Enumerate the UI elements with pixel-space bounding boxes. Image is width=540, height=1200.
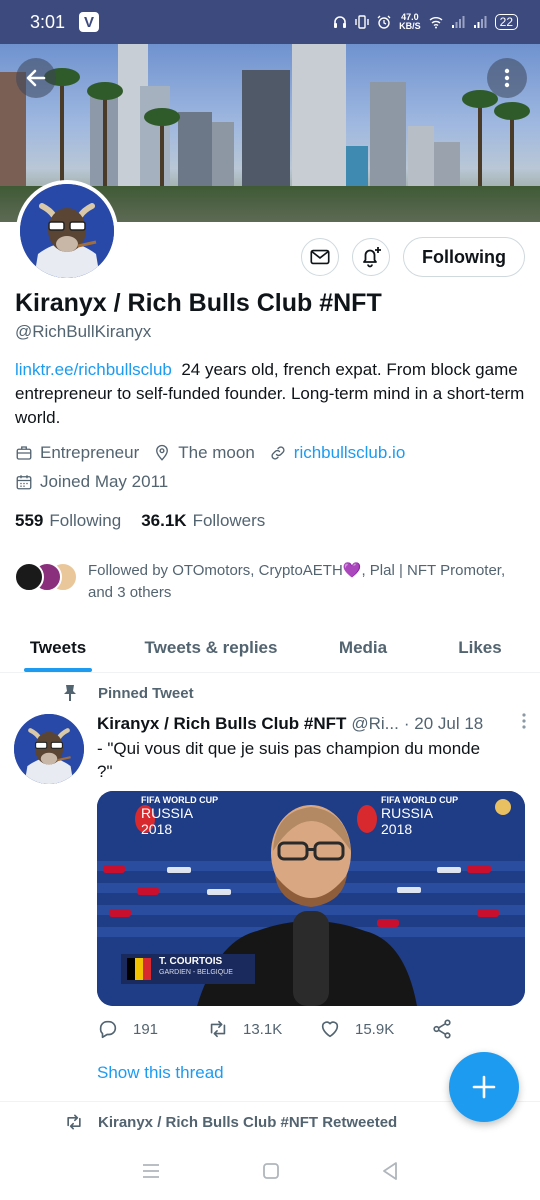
followed-by[interactable]: Followed by OTOmotors, CryptoAETH💜, Plal… [14, 560, 528, 604]
profile-meta-row-1: Entrepreneur The moon richbullsclub.io [15, 443, 419, 463]
profile-meta-row-2: Joined May 2011 [15, 472, 182, 492]
profile-avatar[interactable] [16, 180, 118, 282]
profile-joined: Joined May 2011 [15, 472, 168, 492]
bio-link[interactable]: linktr.ee/richbullsclub [15, 360, 172, 379]
followers-count-link[interactable]: 36.1K Followers [141, 511, 265, 531]
back-triangle-icon [383, 1161, 398, 1180]
headset-icon [334, 16, 347, 28]
alarm-icon [377, 15, 391, 29]
home-button[interactable] [262, 1162, 280, 1185]
reply-icon [99, 1020, 117, 1039]
profile-category: Entrepreneur [15, 443, 139, 463]
share-button[interactable] [431, 1018, 467, 1040]
back-button[interactable] [16, 58, 56, 98]
home-square-icon [263, 1162, 279, 1179]
tweet-actions: 191 13.1K 15.9K [97, 1018, 467, 1040]
tweet-date[interactable]: · 20 Jul 18 [404, 714, 483, 734]
media-event-line2-right: RUSSIA [381, 805, 434, 821]
profile-bio: linktr.ee/richbullsclub 24 years old, fr… [15, 358, 525, 430]
media-event-line3: 2018 [141, 821, 173, 837]
location-pin-icon [156, 444, 169, 461]
retweet-icon [210, 1020, 226, 1038]
network-speed: 47.0 KB/S [399, 12, 421, 31]
more-vertical-icon [504, 68, 510, 88]
tweet-more-button[interactable] [521, 712, 527, 735]
heart-icon [321, 1021, 339, 1038]
menu-lines-icon [142, 1163, 159, 1178]
profile-counts: 559 Following 36.1K Followers [15, 511, 285, 531]
compose-tweet-button[interactable] [449, 1052, 519, 1122]
media-event-line2: RUSSIA [141, 805, 194, 821]
pinned-label: Pinned Tweet [62, 684, 194, 702]
briefcase-icon [16, 446, 32, 460]
following-button[interactable]: Following [403, 237, 525, 277]
pin-icon [64, 685, 76, 701]
profile-website[interactable]: richbullsclub.io [269, 443, 406, 463]
media-caption-sub: GARDIEN - BELGIQUE [159, 969, 233, 976]
tweet-author-avatar[interactable] [14, 714, 84, 784]
retweet-button[interactable]: 13.1K [207, 1018, 319, 1040]
more-vertical-icon-small [522, 713, 526, 729]
compose-plus-icon [472, 1075, 496, 1099]
back-arrow-icon [26, 69, 46, 87]
bull-avatar-image [20, 184, 114, 278]
app-notification-icon: V [79, 12, 100, 32]
signal-icon-2 [473, 16, 487, 28]
like-button[interactable]: 15.9K [319, 1018, 431, 1040]
recent-apps-button[interactable] [141, 1162, 161, 1185]
status-time: 3:01 [30, 11, 66, 32]
retweeted-label: Kiranyx / Rich Bulls Club #NFT Retweeted [64, 1112, 397, 1132]
system-navigation-bar [0, 1146, 540, 1200]
calendar-icon [16, 475, 32, 490]
vibrate-icon [355, 15, 369, 29]
show-thread-link[interactable]: Show this thread [97, 1063, 224, 1083]
tweet-author-name[interactable]: Kiranyx / Rich Bulls Club #NFT [97, 714, 346, 734]
wifi-icon [429, 17, 443, 29]
tweet-author-handle: @Ri... [351, 713, 399, 733]
followed-by-avatars [14, 560, 80, 594]
battery-indicator: 22 [494, 14, 518, 30]
media-caption-name: T. COURTOIS [159, 956, 223, 967]
mail-icon [310, 249, 330, 265]
signal-icon [451, 16, 465, 28]
link-icon [271, 446, 285, 460]
profile-handle: @RichBullKiranyx [15, 322, 152, 341]
profile-tabs: Tweets Tweets & replies Media Likes [0, 624, 540, 673]
tweet-header: Kiranyx / Rich Bulls Club #NFT @Ri... · … [97, 712, 527, 735]
media-event-line1: FIFA WORLD CUP [141, 795, 219, 805]
notifications-button[interactable] [352, 238, 390, 276]
following-count-link[interactable]: 559 Following [15, 511, 121, 531]
website-link[interactable]: richbullsclub.io [294, 443, 406, 463]
followed-by-text: Followed by OTOmotors, CryptoAETH💜, Plal… [88, 562, 506, 601]
tab-likes[interactable]: Likes [420, 624, 540, 672]
tweet-media[interactable]: FIFA WORLD CUP RUSSIA 2018 FIFA WORLD CU… [97, 791, 525, 1006]
share-icon [433, 1019, 451, 1039]
status-icons: 47.0 KB/S 22 [333, 13, 518, 31]
tab-media[interactable]: Media [306, 624, 420, 672]
media-event-line3-right: 2018 [381, 821, 413, 837]
profile-location: The moon [153, 443, 255, 463]
system-back-button[interactable] [381, 1161, 399, 1186]
bull-avatar-image-small [14, 714, 84, 784]
tab-tweets[interactable]: Tweets [0, 624, 116, 672]
retweet-icon-small [67, 1114, 81, 1130]
media-event-line1-right: FIFA WORLD CUP [381, 795, 459, 805]
bell-plus-icon [363, 247, 381, 268]
reply-button[interactable]: 191 [97, 1018, 207, 1040]
tweet-text: - "Qui vous dit que je suis pas champion… [97, 739, 481, 781]
status-bar: 3:01 V 47.0 KB/S 22 [0, 0, 540, 44]
more-options-button[interactable] [487, 58, 527, 98]
profile-display-name: Kiranyx / Rich Bulls Club #NFT [15, 289, 382, 317]
message-button[interactable] [301, 238, 339, 276]
tab-tweets-replies[interactable]: Tweets & replies [116, 624, 306, 672]
